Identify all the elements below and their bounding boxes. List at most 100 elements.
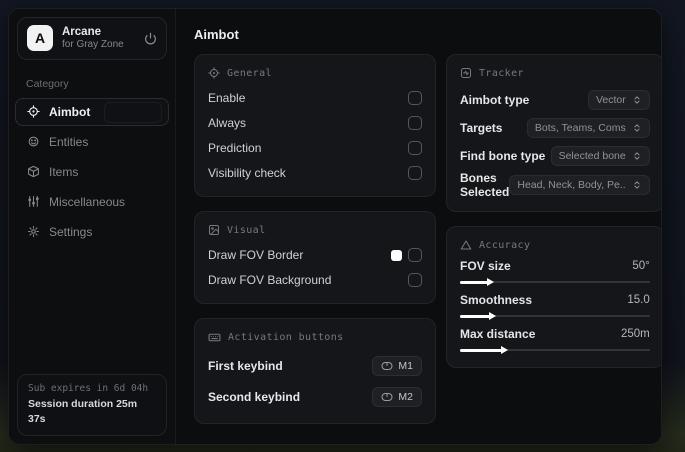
chevron-up-down-icon bbox=[632, 123, 642, 133]
slider-label: FOV size bbox=[460, 259, 511, 273]
brand-subtitle: for Gray Zone bbox=[62, 39, 124, 51]
row-label: Draw FOV Background bbox=[208, 273, 332, 287]
draw-fov-background-checkbox[interactable] bbox=[408, 273, 422, 287]
sidebar-item-label: Aimbot bbox=[49, 104, 91, 119]
slider-label: Max distance bbox=[460, 327, 536, 341]
visual-panel: Visual Draw FOV Border Draw FOV Backgrou… bbox=[194, 211, 436, 304]
brand-card: A Arcane for Gray Zone bbox=[17, 17, 167, 60]
fov-border-color-swatch[interactable] bbox=[391, 249, 402, 261]
subscription-footer: Sub expires in 6d 04h Session duration 2… bbox=[17, 374, 167, 436]
row-label: Draw FOV Border bbox=[208, 248, 304, 262]
first-keybind-button[interactable]: M1 bbox=[372, 356, 422, 376]
sidebar-item-entities[interactable]: Entities bbox=[15, 128, 169, 156]
sidebar-item-items[interactable]: Items bbox=[15, 158, 169, 186]
row-label: Aimbot type bbox=[460, 92, 530, 107]
select-value: Selected bone bbox=[558, 149, 626, 162]
fov-size-group: FOV size 50° bbox=[460, 259, 650, 287]
sliders-icon bbox=[26, 195, 40, 208]
row-label: Enable bbox=[208, 91, 246, 105]
enable-checkbox[interactable] bbox=[408, 91, 422, 105]
tracker-panel: Tracker Aimbot type Vector Targets Bots,… bbox=[446, 54, 661, 212]
ghost-artifact bbox=[104, 101, 162, 123]
first-keybind-row: First keybind M1 bbox=[208, 352, 422, 380]
row-label: First keybind bbox=[208, 359, 283, 373]
entities-scan-icon bbox=[26, 135, 40, 148]
row-label: Visibility check bbox=[208, 166, 286, 180]
crosshair-icon bbox=[26, 105, 40, 119]
general-row-enable: Enable bbox=[208, 87, 422, 109]
find-bone-type-select[interactable]: Selected bone bbox=[550, 145, 650, 166]
brand-text: Arcane for Gray Zone bbox=[62, 25, 135, 52]
smoothness-group: Smoothness 15.0 bbox=[460, 293, 650, 321]
sub-expires-text: Sub expires in 6d 04h bbox=[28, 383, 149, 395]
gear-icon bbox=[26, 225, 40, 238]
chevron-up-down-icon bbox=[632, 95, 642, 105]
sidebar-item-settings[interactable]: Settings bbox=[15, 218, 169, 246]
second-keybind-button[interactable]: M2 bbox=[372, 387, 422, 407]
aimbot-type-row: Aimbot type Vector bbox=[460, 87, 650, 112]
row-label: Find bone type bbox=[460, 148, 546, 163]
max-distance-group: Max distance 250m bbox=[460, 327, 650, 355]
panel-header-label: Activation buttons bbox=[228, 332, 344, 343]
sidebar-item-label: Items bbox=[49, 164, 79, 179]
smoothness-slider[interactable] bbox=[460, 311, 650, 321]
panel-header-label: Accuracy bbox=[479, 239, 531, 251]
slider-thumb[interactable] bbox=[460, 346, 508, 354]
page-title: Aimbot bbox=[194, 27, 239, 42]
chevron-up-down-icon bbox=[632, 151, 642, 161]
keybind-value: M1 bbox=[398, 360, 413, 372]
power-icon[interactable] bbox=[144, 32, 157, 45]
brand-name: Arcane bbox=[62, 26, 101, 38]
activity-icon bbox=[460, 67, 472, 79]
chevron-up-down-icon bbox=[632, 180, 642, 190]
sidebar-item-miscellaneous[interactable]: Miscellaneous bbox=[15, 188, 169, 216]
visual-row-fov-border: Draw FOV Border bbox=[208, 244, 422, 266]
app-window: A Arcane for Gray Zone Category Aimbot E… bbox=[8, 8, 662, 445]
general-panel: General Enable Always Prediction Visibil… bbox=[194, 54, 436, 197]
activation-buttons-panel: Activation buttons First keybind M1 Seco… bbox=[194, 318, 436, 424]
draw-fov-border-checkbox[interactable] bbox=[408, 248, 422, 262]
slider-thumb[interactable] bbox=[460, 312, 497, 320]
prediction-checkbox[interactable] bbox=[408, 141, 422, 155]
smoothness-value: 15.0 bbox=[627, 294, 650, 306]
main-content: Aimbot General Enable Always Prediction … bbox=[176, 9, 661, 444]
row-label: Always bbox=[208, 116, 247, 130]
bones-selected-select[interactable]: Head, Neck, Body, Pe.. bbox=[509, 175, 650, 195]
sidebar-nav: Aimbot Entities Items Miscellaneous Sett… bbox=[9, 97, 175, 246]
targets-row: Targets Bots, Teams, Coms bbox=[460, 115, 650, 140]
general-row-visibility-check: Visibility check bbox=[208, 162, 422, 184]
image-icon bbox=[208, 224, 220, 236]
box-icon bbox=[26, 165, 40, 178]
accuracy-panel: Accuracy FOV size 50° Smoothness 15.0 Ma… bbox=[446, 226, 661, 368]
sidebar: A Arcane for Gray Zone Category Aimbot E… bbox=[9, 9, 176, 444]
panel-header-label: Visual bbox=[227, 224, 266, 236]
fov-size-slider[interactable] bbox=[460, 277, 650, 287]
visual-row-fov-background: Draw FOV Background bbox=[208, 269, 422, 291]
brand-initial: A bbox=[34, 30, 46, 47]
slider-thumb[interactable] bbox=[460, 278, 496, 286]
max-distance-value: 250m bbox=[620, 328, 650, 340]
select-value: Bots, Teams, Coms bbox=[534, 121, 626, 134]
category-label: Category bbox=[26, 77, 69, 90]
crosshair-icon bbox=[208, 67, 220, 79]
row-label: Bones Selected bbox=[460, 171, 510, 199]
row-label: Targets bbox=[460, 120, 503, 135]
aimbot-type-select[interactable]: Vector bbox=[587, 89, 650, 110]
select-value: Head, Neck, Body, Pe.. bbox=[517, 179, 626, 191]
targets-select[interactable]: Bots, Teams, Coms bbox=[526, 117, 650, 138]
sidebar-item-aimbot[interactable]: Aimbot bbox=[15, 97, 169, 126]
keyboard-icon bbox=[208, 331, 221, 344]
panel-header-label: Tracker bbox=[479, 67, 524, 79]
mouse-icon bbox=[381, 392, 393, 402]
panel-header-label: General bbox=[227, 67, 272, 79]
slider-label: Smoothness bbox=[460, 293, 533, 307]
mouse-icon bbox=[381, 361, 393, 371]
visibility-check-checkbox[interactable] bbox=[408, 166, 422, 180]
sidebar-item-label: Miscellaneous bbox=[49, 194, 126, 209]
sidebar-item-label: Entities bbox=[49, 134, 89, 149]
triangle-icon bbox=[460, 239, 472, 251]
max-distance-slider[interactable] bbox=[460, 345, 650, 355]
always-checkbox[interactable] bbox=[408, 116, 422, 130]
bones-selected-row: Bones Selected Head, Neck, Body, Pe.. bbox=[460, 171, 650, 199]
session-duration-text: Session duration 25m 37s bbox=[28, 397, 138, 426]
